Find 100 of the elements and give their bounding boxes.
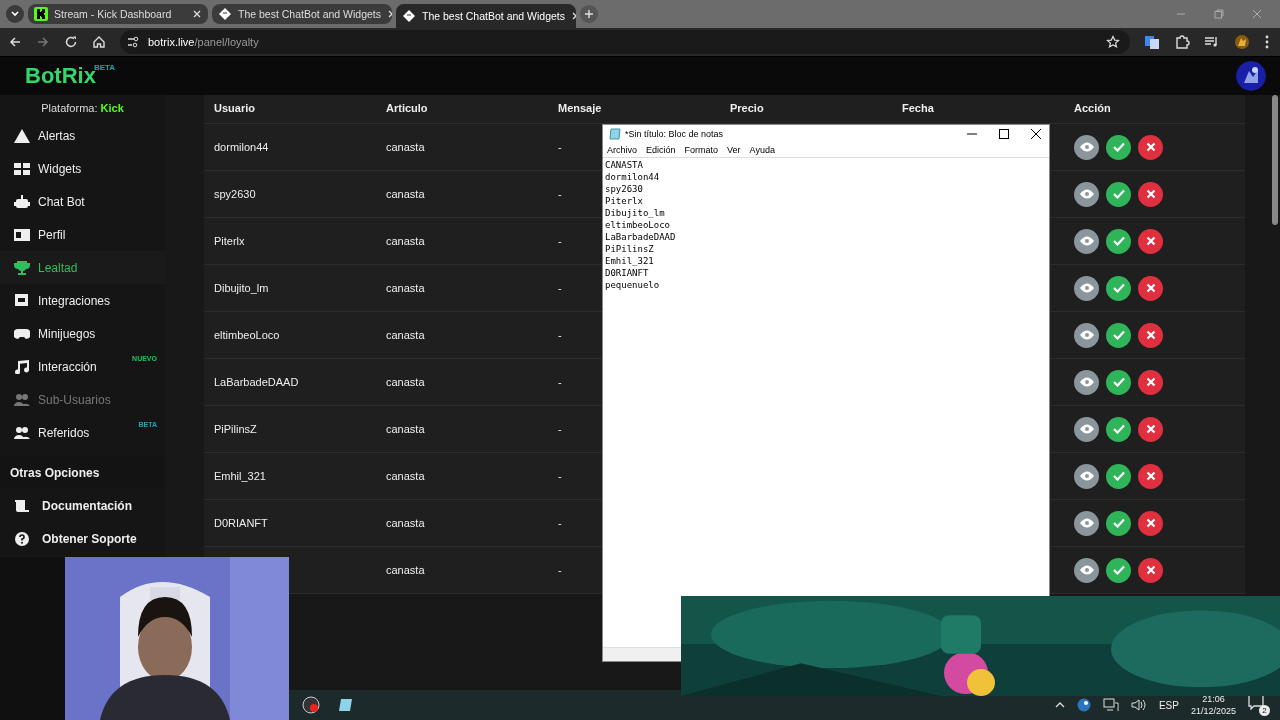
view-button[interactable] xyxy=(1074,510,1099,536)
close-icon xyxy=(1145,283,1156,293)
approve-button[interactable] xyxy=(1106,322,1131,348)
reject-button[interactable] xyxy=(1138,463,1163,489)
reject-button[interactable] xyxy=(1138,181,1163,207)
reject-button[interactable] xyxy=(1138,228,1163,254)
menu-item[interactable]: Ver xyxy=(727,145,741,155)
table-cell: canasta xyxy=(386,282,425,294)
clock-time[interactable]: 21:06 xyxy=(1202,693,1225,705)
translate-icon[interactable] xyxy=(1144,34,1160,50)
approve-button[interactable] xyxy=(1106,463,1131,489)
network-icon[interactable] xyxy=(1102,698,1119,712)
approve-button[interactable] xyxy=(1106,228,1131,254)
reject-button[interactable] xyxy=(1138,557,1163,583)
view-button[interactable] xyxy=(1074,369,1099,395)
reject-button[interactable] xyxy=(1138,416,1163,442)
approve-button[interactable] xyxy=(1106,181,1131,207)
menu-item[interactable]: Formato xyxy=(684,145,719,155)
nav-item[interactable]: Documentación xyxy=(0,489,165,522)
nav-item[interactable]: Chat Bot xyxy=(0,185,165,218)
chevron-up-icon[interactable] xyxy=(1054,700,1065,710)
eye-icon xyxy=(1079,565,1094,575)
volume-icon[interactable] xyxy=(1130,698,1147,712)
gamepad-icon xyxy=(14,326,30,341)
menu-icon[interactable] xyxy=(1264,34,1270,50)
view-button[interactable] xyxy=(1074,275,1099,301)
menu-item[interactable]: Archivo xyxy=(607,145,637,155)
view-button[interactable] xyxy=(1074,416,1099,442)
reject-button[interactable] xyxy=(1138,322,1163,348)
close-icon xyxy=(1145,189,1156,199)
nav-item[interactable]: Lealtad xyxy=(0,251,165,284)
clock-date[interactable]: 21/12/2025 xyxy=(1190,705,1236,717)
view-button[interactable] xyxy=(1074,322,1099,348)
nav-item[interactable]: Perfil xyxy=(0,218,165,251)
table-cell: canasta xyxy=(386,517,425,529)
app-taskbar-icon[interactable] xyxy=(302,696,320,714)
scrollbar[interactable] xyxy=(1272,95,1278,225)
home-icon[interactable] xyxy=(92,35,106,49)
check-icon xyxy=(1112,142,1125,152)
nav-item[interactable]: Widgets xyxy=(0,152,165,185)
tab-list-button[interactable] xyxy=(6,5,24,23)
notification-icon xyxy=(1248,694,1264,710)
reject-button[interactable] xyxy=(1138,134,1163,160)
user-avatar[interactable] xyxy=(1236,61,1266,91)
browser-tab[interactable]: The best ChatBot and Widgets xyxy=(212,4,392,24)
check-icon xyxy=(1112,424,1125,434)
menu-item[interactable]: Ayuda xyxy=(749,145,775,155)
back-icon[interactable] xyxy=(8,35,22,49)
table-cell: canasta xyxy=(386,235,425,247)
table-cell: - xyxy=(558,470,562,482)
approve-button[interactable] xyxy=(1106,275,1131,301)
menu-item[interactable]: Edición xyxy=(646,145,676,155)
eye-icon xyxy=(1079,330,1094,340)
star-icon[interactable] xyxy=(1106,35,1120,49)
view-button[interactable] xyxy=(1074,463,1099,489)
address-field[interactable]: botrix.live/panel/loyalty xyxy=(120,30,1130,54)
table-cell: canasta xyxy=(386,188,425,200)
nav-item[interactable]: Obtener Soporte xyxy=(0,522,165,555)
table-cell: canasta xyxy=(386,376,425,388)
table-cell: dormilon44 xyxy=(214,141,269,153)
users-icon xyxy=(14,425,30,440)
reject-button[interactable] xyxy=(1138,275,1163,301)
nav-item[interactable]: Minijuegos xyxy=(0,317,165,350)
table-cell: D0RIANFT xyxy=(214,517,268,529)
kick-icon xyxy=(34,7,48,21)
approve-button[interactable] xyxy=(1106,510,1131,536)
new-tab-button[interactable] xyxy=(580,5,598,23)
card-icon xyxy=(14,227,30,242)
maximize-icon[interactable] xyxy=(999,129,1009,139)
view-button[interactable] xyxy=(1074,134,1099,160)
check-icon xyxy=(1112,518,1125,528)
puzzle-icon[interactable] xyxy=(1174,34,1190,50)
plus-icon xyxy=(584,9,594,19)
view-button[interactable] xyxy=(1074,181,1099,207)
table-cell: Emhil_321 xyxy=(214,470,266,482)
approve-button[interactable] xyxy=(1106,134,1131,160)
reject-button[interactable] xyxy=(1138,510,1163,536)
table-cell: canasta xyxy=(386,423,425,435)
nav-item[interactable]: Integraciones xyxy=(0,284,165,317)
notepad-icon xyxy=(609,128,621,140)
approve-button[interactable] xyxy=(1106,557,1131,583)
close-icon xyxy=(1145,330,1156,340)
view-button[interactable] xyxy=(1074,557,1099,583)
browser-tab[interactable]: The best ChatBot and Widgets xyxy=(396,4,576,28)
approve-button[interactable] xyxy=(1106,369,1131,395)
profile-avatar-icon[interactable] xyxy=(1234,34,1250,50)
close-icon[interactable] xyxy=(1031,129,1041,139)
grid-icon xyxy=(14,161,30,176)
scroll-icon xyxy=(14,497,30,514)
site-settings-icon[interactable] xyxy=(126,35,140,49)
check-icon xyxy=(1112,189,1125,199)
nav-item[interactable]: Alertas xyxy=(0,119,165,152)
browser-tab[interactable]: Stream - Kick Dashboard xyxy=(28,4,208,24)
view-button[interactable] xyxy=(1074,228,1099,254)
table-cell: Dibujito_lm xyxy=(214,282,269,294)
reject-button[interactable] xyxy=(1138,369,1163,395)
language-indicator[interactable]: ESP xyxy=(1158,699,1179,711)
forward-icon[interactable] xyxy=(36,35,50,49)
approve-button[interactable] xyxy=(1106,416,1131,442)
reload-icon[interactable] xyxy=(64,35,78,49)
